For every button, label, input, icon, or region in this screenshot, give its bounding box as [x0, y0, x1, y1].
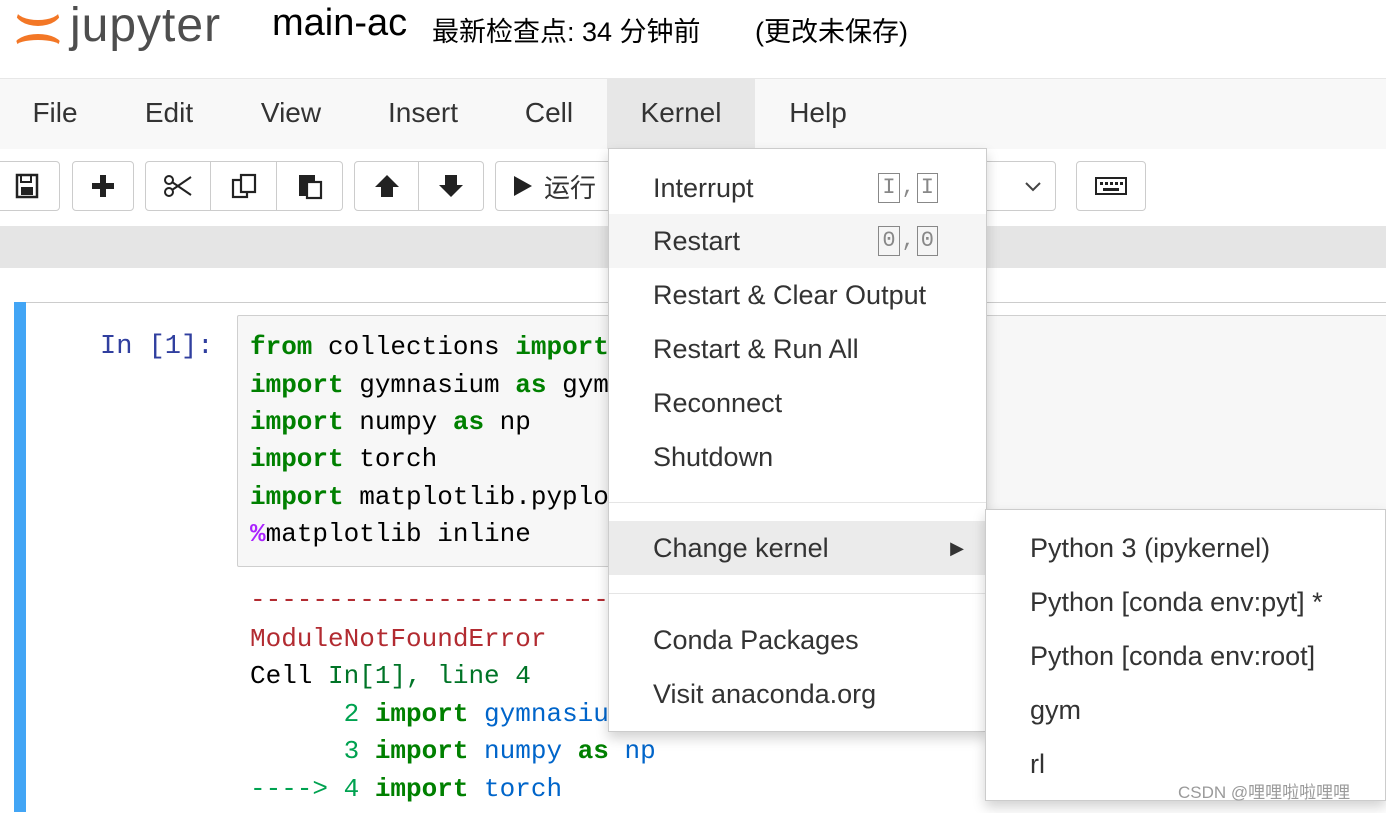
- run-icon: [512, 174, 534, 198]
- menu-item-visit-anaconda[interactable]: Visit anaconda.org: [609, 667, 986, 721]
- cut-button[interactable]: [145, 161, 211, 211]
- move-up-button[interactable]: [354, 161, 419, 211]
- traceback-cell-ref: Cell In[1], line 4: [250, 661, 531, 691]
- menu-file[interactable]: File: [0, 79, 110, 149]
- menu-view[interactable]: View: [236, 79, 346, 149]
- save-icon: [15, 173, 39, 199]
- menu-help[interactable]: Help: [770, 79, 866, 149]
- menu-item-reconnect[interactable]: Reconnect: [609, 376, 986, 430]
- menu-item-conda-packages[interactable]: Conda Packages: [609, 613, 986, 667]
- logo-text: jupyter: [70, 0, 222, 52]
- autosave-status: (更改未保存): [755, 17, 908, 47]
- save-button[interactable]: [0, 161, 60, 211]
- shortcut-hint: 0,0: [878, 214, 938, 268]
- kernel-option[interactable]: Python 3 (ipykernel): [986, 521, 1385, 575]
- menu-item-shutdown[interactable]: Shutdown: [609, 430, 986, 484]
- menu-divider: [609, 593, 986, 594]
- shortcut-hint: I,I: [878, 161, 938, 215]
- kernel-dropdown-menu: Interrupt I,I Restart 0,0 Restart & Clea…: [608, 148, 987, 732]
- cell-selected-indicator: [14, 302, 26, 812]
- insert-cell-button[interactable]: [72, 161, 134, 211]
- paste-button[interactable]: [277, 161, 343, 211]
- paste-icon: [296, 172, 324, 200]
- menu-item-restart-clear-output[interactable]: Restart & Clear Output: [609, 268, 986, 322]
- menu-insert[interactable]: Insert: [366, 79, 480, 149]
- kernel-option[interactable]: Python [conda env:pyt] *: [986, 575, 1385, 629]
- kernel-option[interactable]: gym: [986, 683, 1385, 737]
- run-button[interactable]: 运行: [495, 161, 625, 211]
- menu-edit[interactable]: Edit: [118, 79, 220, 149]
- code-line: import gymnasium as gym: [250, 370, 609, 400]
- code-line: import torch: [250, 444, 438, 474]
- notebook-name[interactable]: main-ac: [272, 2, 407, 45]
- code-line: %matplotlib inline: [250, 519, 531, 549]
- copy-icon: [230, 172, 258, 200]
- traceback-line: 2 import gymnasiu: [250, 699, 609, 729]
- cut-icon: [163, 173, 193, 199]
- caret-right-icon: ▶: [950, 538, 964, 558]
- menu-divider: [609, 502, 986, 503]
- keyboard-icon: [1095, 176, 1127, 196]
- code-line: import numpy as np: [250, 407, 531, 437]
- command-palette-button[interactable]: [1076, 161, 1146, 211]
- plus-icon: [90, 173, 116, 199]
- arrow-up-icon: [374, 173, 400, 199]
- kernel-option[interactable]: Python [conda env:root]: [986, 629, 1385, 683]
- logo-arc-top-icon: [14, 0, 62, 26]
- menu-item-restart-run-all[interactable]: Restart & Run All: [609, 322, 986, 376]
- traceback-divider: -----------------------: [250, 585, 609, 615]
- copy-button[interactable]: [211, 161, 277, 211]
- code-line: from collections import: [250, 332, 609, 362]
- menu-kernel[interactable]: Kernel: [607, 79, 755, 149]
- run-label: 运行: [544, 172, 597, 203]
- watermark: CSDN @哩哩啦啦哩哩: [1178, 783, 1351, 802]
- change-kernel-submenu: Python 3 (ipykernel) Python [conda env:p…: [985, 509, 1386, 801]
- menu-cell[interactable]: Cell: [500, 79, 598, 149]
- jupyter-logo[interactable]: jupyter: [6, 0, 256, 60]
- traceback-line: 3 import numpy as np: [250, 736, 656, 766]
- error-name: ModuleNotFoundError: [250, 624, 547, 654]
- menu-item-change-kernel[interactable]: Change kernel ▶: [609, 521, 986, 575]
- traceback-line: ----> 4 import torch: [250, 774, 563, 804]
- header: jupyter main-ac 最新检查点: 34 分钟前 (更改未保存): [0, 0, 1386, 78]
- code-line: import matplotlib.pyplo: [250, 482, 609, 512]
- menu-item-interrupt[interactable]: Interrupt I,I: [609, 161, 986, 215]
- menubar: File Edit View Insert Cell Kernel Help: [0, 78, 1386, 150]
- menu-item-restart[interactable]: Restart 0,0: [609, 214, 986, 268]
- input-prompt: In [1]:: [100, 332, 214, 362]
- chevron-down-icon: [1023, 179, 1043, 193]
- checkpoint-status: 最新检查点: 34 分钟前: [432, 17, 701, 47]
- move-down-button[interactable]: [419, 161, 484, 211]
- logo-arc-bottom-icon: [14, 34, 62, 58]
- arrow-down-icon: [438, 173, 464, 199]
